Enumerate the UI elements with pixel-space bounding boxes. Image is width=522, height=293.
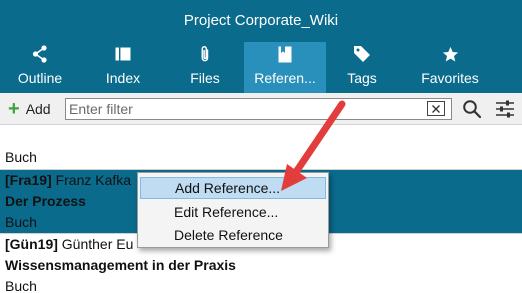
filter-box bbox=[65, 98, 452, 120]
reference-title: Wissensmanagement in der Praxis bbox=[5, 257, 236, 273]
window-title: Project Corporate_Wiki bbox=[0, 0, 522, 42]
search-icon bbox=[463, 100, 482, 119]
tab-bar: Outline Index Files Referen... Tags Favo… bbox=[0, 42, 522, 93]
close-icon bbox=[432, 104, 440, 113]
tab-label: Index bbox=[105, 70, 141, 86]
tab-label: Files bbox=[190, 70, 220, 86]
tab-label: Tags bbox=[347, 70, 377, 86]
add-label: Add bbox=[25, 101, 51, 117]
tab-files[interactable]: Files bbox=[166, 42, 244, 93]
reference-author: Franz Kafka bbox=[55, 172, 132, 188]
share-icon bbox=[32, 44, 48, 64]
tab-label: Outline bbox=[17, 70, 63, 86]
reference-type: Buch bbox=[5, 149, 37, 165]
reference-key: [Gün19] bbox=[5, 236, 58, 252]
star-icon bbox=[442, 44, 459, 64]
paperclip-icon bbox=[199, 44, 211, 64]
filter-input[interactable] bbox=[66, 99, 421, 119]
tab-label: Favorites bbox=[421, 70, 479, 86]
index-icon bbox=[115, 44, 131, 64]
list-item[interactable]: Buch bbox=[0, 147, 522, 168]
add-button[interactable]: + Add bbox=[8, 99, 51, 119]
menu-item-edit-reference[interactable]: Edit Reference... bbox=[140, 201, 326, 223]
sliders-icon bbox=[496, 100, 514, 118]
context-menu: Add Reference... Edit Reference... Delet… bbox=[137, 172, 329, 248]
book-icon bbox=[278, 44, 292, 64]
search-button[interactable] bbox=[462, 99, 482, 119]
tab-favorites[interactable]: Favorites bbox=[398, 42, 502, 93]
reference-author: Günther Eu bbox=[61, 236, 134, 252]
tab-outline[interactable]: Outline bbox=[0, 42, 80, 93]
tab-references[interactable]: Referen... bbox=[244, 42, 326, 93]
tag-icon bbox=[353, 44, 371, 64]
menu-item-delete-reference[interactable]: Delete Reference bbox=[140, 224, 326, 246]
app-window: Project Corporate_Wiki Outline Index Fil… bbox=[0, 0, 522, 293]
toolbar: + Add bbox=[0, 93, 522, 125]
tab-tags[interactable]: Tags bbox=[326, 42, 398, 93]
reference-key: [Fra19] bbox=[5, 172, 52, 188]
filter-settings-button[interactable] bbox=[494, 100, 516, 120]
tab-label: Referen... bbox=[254, 70, 316, 86]
clear-filter-button[interactable] bbox=[427, 101, 445, 116]
tab-index[interactable]: Index bbox=[80, 42, 166, 93]
menu-item-add-reference[interactable]: Add Reference... bbox=[140, 177, 326, 199]
reference-type: Buch bbox=[5, 278, 37, 293]
plus-icon: + bbox=[8, 98, 20, 120]
